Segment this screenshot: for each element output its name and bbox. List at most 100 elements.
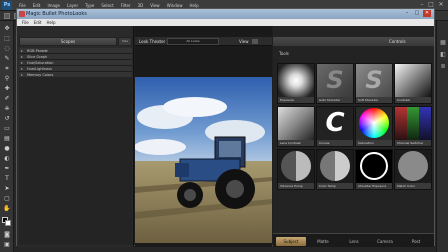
tool-channel-switcher[interactable]: Channel Switcher <box>394 106 432 147</box>
tools-header: Controls <box>273 37 434 46</box>
tool-shoulder-exposure[interactable]: Shoulder Exposure <box>355 149 393 190</box>
hand-tool-icon[interactable]: ✋ <box>3 205 11 212</box>
tool-curves[interactable]: C Curves <box>316 106 354 147</box>
split-circle-icon <box>281 151 311 181</box>
tool-match-color[interactable]: Match Color <box>394 149 432 190</box>
scopes-size-button[interactable]: Size <box>118 37 132 46</box>
channel-switcher-thumb <box>395 107 431 140</box>
scopes-header[interactable]: Scopes <box>19 37 117 46</box>
tool-vibrance-pump[interactable]: Vibrance Pump <box>277 149 315 190</box>
eraser-tool-icon[interactable]: ▭ <box>3 125 11 132</box>
ps-menu-3d[interactable]: 3D <box>138 3 144 8</box>
look-theater-panel: Look Theater All Looks View <box>135 26 272 247</box>
tool-label: Soft Shoulder <box>358 98 379 102</box>
background-color-swatch[interactable] <box>5 220 11 226</box>
tool-label: Shoulder Exposure <box>358 184 387 188</box>
move-tool-icon[interactable]: ✥ <box>3 25 11 32</box>
tool-color-temp[interactable]: Color Temp <box>316 149 354 190</box>
tool-preset-icon[interactable] <box>4 13 10 19</box>
shape-tool-icon[interactable]: ▢ <box>3 195 11 202</box>
tab-camera[interactable]: Camera <box>370 237 400 246</box>
ps-menu-view[interactable]: View <box>150 3 160 8</box>
scope-item-label: RGB Parade <box>27 49 48 53</box>
tool-auto-shoulder[interactable]: S Auto Shoulder <box>316 63 354 104</box>
brush-tool-icon[interactable]: ✐ <box>3 95 11 102</box>
tab-subject[interactable]: Subject <box>276 237 306 246</box>
tools-panel: Controls Tools Exposure S Auto Shoulder … <box>273 26 434 247</box>
ps-menu-window[interactable]: Window <box>167 3 183 8</box>
mb-close-button[interactable]: ✕ <box>423 10 431 17</box>
mb-minimize-button[interactable]: – <box>403 10 411 17</box>
crop-tool-icon[interactable]: ⌗ <box>3 65 11 72</box>
preview-image[interactable] <box>135 77 272 243</box>
mb-menu-help[interactable]: Help <box>46 20 55 25</box>
tools-section-label: Tools <box>279 51 289 56</box>
ps-menu-edit[interactable]: Edit <box>33 3 41 8</box>
photoshop-logo: Ps <box>2 0 12 10</box>
tool-label: Match Color <box>397 184 415 188</box>
screen-mode-icon[interactable]: ▣ <box>3 241 11 248</box>
vibrance-pump-thumb <box>278 150 314 183</box>
controls-tab[interactable]: Controls <box>389 39 406 44</box>
mb-maximize-button[interactable]: □ <box>413 10 421 17</box>
history-brush-icon[interactable]: ↺ <box>3 115 11 122</box>
tab-matte[interactable]: Matte <box>308 237 338 246</box>
photoshop-toolbox: ✥ ⬚ ◌ ✎ ⌗ ⚲ ✚ ✐ ⎈ ↺ ▭ ▤ ● ◐ ✒ T ➤ ▢ ✋ ◙ … <box>0 21 14 252</box>
magic-bullet-titlebar[interactable]: Magic Bullet PhotoLooks – □ ✕ <box>17 9 434 19</box>
tool-label: Contrast <box>397 98 410 102</box>
tool-saturation[interactable]: Saturation <box>355 106 393 147</box>
ring-icon <box>360 152 388 180</box>
magic-bullet-title: Magic Bullet PhotoLooks <box>26 11 87 17</box>
tool-lens-contrast[interactable]: Lens Contrast <box>277 106 315 147</box>
ps-menu-select[interactable]: Select <box>101 3 113 8</box>
ps-menu-image[interactable]: Image <box>47 3 60 8</box>
disc-icon <box>398 151 428 181</box>
ps-menu-file[interactable]: File <box>19 3 26 8</box>
type-tool-icon[interactable]: T <box>3 175 11 182</box>
lasso-tool-icon[interactable]: ◌ <box>3 45 11 52</box>
exposure-thumb <box>278 64 314 97</box>
quick-select-tool-icon[interactable]: ✎ <box>3 55 11 62</box>
eyedropper-tool-icon[interactable]: ⚲ <box>3 75 11 82</box>
match-color-thumb <box>395 150 431 183</box>
mb-menu-edit[interactable]: Edit <box>34 20 42 25</box>
history-panel-icon[interactable]: ▦ <box>439 39 447 47</box>
tab-lens[interactable]: Lens <box>339 237 369 246</box>
tool-contrast[interactable]: Contrast <box>394 63 432 104</box>
ps-menu-help[interactable]: Help <box>189 3 198 8</box>
scope-item-label: Hue/Lightness <box>27 67 52 71</box>
channel-fade <box>395 107 431 140</box>
pen-tool-icon[interactable]: ✒ <box>3 165 11 172</box>
path-select-icon[interactable]: ➤ <box>3 185 11 192</box>
tool-exposure[interactable]: Exposure <box>277 63 315 104</box>
tool-label: Channel Switcher <box>397 141 424 145</box>
healing-tool-icon[interactable]: ✚ <box>3 85 11 92</box>
tool-label: Curves <box>319 141 330 145</box>
quick-mask-icon[interactable]: ◙ <box>3 231 11 238</box>
stamp-tool-icon[interactable]: ⎈ <box>3 105 11 112</box>
scope-item-label: Slice Graph <box>27 55 48 59</box>
view-mode-icon[interactable] <box>252 39 258 44</box>
properties-panel-icon[interactable]: ◧ <box>439 51 447 59</box>
tool-soft-shoulder[interactable]: S Soft Shoulder <box>355 63 393 104</box>
photoshop-panel-dock: ▦ ◧ ≣ <box>436 21 448 252</box>
gradient-tool-icon[interactable]: ▤ <box>3 135 11 142</box>
scopes-display-area <box>19 77 132 245</box>
mb-menu-file[interactable]: File <box>22 20 29 25</box>
blur-tool-icon[interactable]: ● <box>3 145 11 152</box>
looks-filter-select[interactable]: All Looks <box>167 38 219 45</box>
magic-bullet-menubar: File Edit Help <box>17 19 434 26</box>
magic-bullet-window: Magic Bullet PhotoLooks – □ ✕ File Edit … <box>16 8 435 247</box>
ps-menu-layer[interactable]: Layer <box>67 3 78 8</box>
saturation-thumb <box>356 107 392 140</box>
marquee-tool-icon[interactable]: ⬚ <box>3 35 11 42</box>
layers-panel-icon[interactable]: ≣ <box>439 63 447 71</box>
look-theater-bar: Look Theater All Looks View <box>135 37 272 46</box>
ps-close-button[interactable]: ✕ <box>437 1 445 9</box>
dodge-tool-icon[interactable]: ◐ <box>3 155 11 162</box>
tab-post[interactable]: Post <box>401 237 431 246</box>
ps-menu-filter[interactable]: Filter <box>121 3 131 8</box>
tool-label: Lens Contrast <box>280 141 301 145</box>
split-circle-icon <box>320 151 350 181</box>
ps-menu-type[interactable]: Type <box>85 3 94 8</box>
